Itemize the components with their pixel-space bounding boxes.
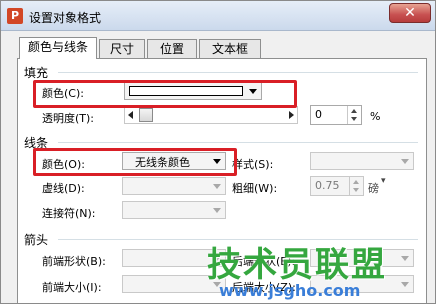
line-separator <box>58 142 418 143</box>
spin-up-icon[interactable] <box>351 109 357 113</box>
transparency-spinner[interactable]: 0 <box>310 105 362 125</box>
spin-up-icon[interactable] <box>353 180 359 184</box>
watermark: 技术员联盟 www.jsgho.com <box>207 237 435 303</box>
spinner-buttons <box>349 177 363 195</box>
fill-section-label: 填充 <box>24 66 49 80</box>
weight-spinner[interactable]: 0.75 <box>310 176 364 196</box>
transparency-slider[interactable] <box>124 106 298 124</box>
line-style-dropdown[interactable] <box>310 152 414 170</box>
connector-label: 连接符(N): <box>42 207 96 220</box>
begin-style-label: 前端形状(B): <box>42 255 106 268</box>
spin-down-icon[interactable] <box>353 188 359 192</box>
weight-value: 0.75 <box>315 179 340 192</box>
arrows-section-label: 箭头 <box>24 233 49 247</box>
dash-dropdown[interactable] <box>122 177 226 195</box>
wps-presentation-icon: P <box>7 8 23 24</box>
weight-unit-dropdown-icon[interactable]: ▾ <box>381 176 386 186</box>
line-color-highlight <box>33 148 237 176</box>
arrow-left-icon[interactable] <box>128 111 133 119</box>
spin-down-icon[interactable] <box>351 117 357 121</box>
begin-size-label: 前端大小(I): <box>42 281 102 294</box>
format-object-dialog: P 设置对象格式 ✕ 颜色与线条 尺寸 位置 文本框 填充 颜色(C): 透明度… <box>0 0 436 304</box>
transparency-unit: % <box>370 110 381 123</box>
slider-thumb[interactable] <box>139 108 153 122</box>
connector-dropdown[interactable] <box>122 201 226 219</box>
watermark-logo-text: 技术员联盟 <box>207 245 387 285</box>
fill-color-highlight <box>33 80 297 108</box>
weight-label: 粗细(W): <box>232 182 278 195</box>
weight-unit: 磅 <box>368 182 379 195</box>
spinner-buttons <box>347 106 361 124</box>
tab-text-box[interactable]: 文本框 <box>199 39 261 59</box>
arrow-right-icon[interactable] <box>289 111 294 119</box>
dialog-title: 设置对象格式 <box>29 11 102 25</box>
close-button[interactable]: ✕ <box>389 3 431 23</box>
chevron-down-icon <box>213 208 221 213</box>
tab-colors-and-lines[interactable]: 颜色与线条 <box>19 37 97 59</box>
tab-position[interactable]: 位置 <box>147 39 197 59</box>
chevron-down-icon <box>213 184 221 189</box>
transparency-value: 0 <box>315 108 322 121</box>
watermark-url: www.jsgho.com <box>219 281 361 300</box>
dash-label: 虚线(D): <box>42 182 85 195</box>
transparency-label: 透明度(T): <box>42 112 95 125</box>
title-bar: P 设置对象格式 ✕ <box>1 1 435 31</box>
line-style-label: 样式(S): <box>232 158 274 171</box>
chevron-down-icon <box>401 159 409 164</box>
tab-size[interactable]: 尺寸 <box>99 39 145 59</box>
fill-separator <box>58 72 418 73</box>
